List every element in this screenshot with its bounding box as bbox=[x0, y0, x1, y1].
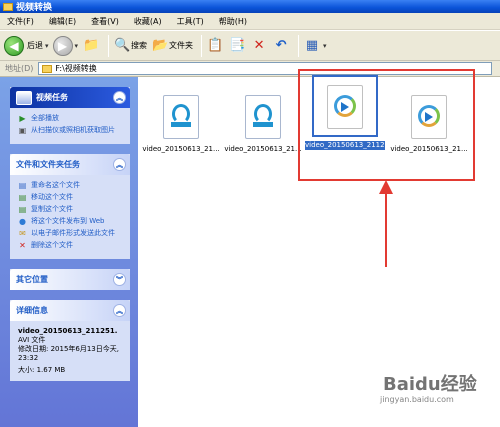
video-tasks-header[interactable]: 视频任务 ︽ bbox=[10, 87, 130, 108]
task-label: 删除这个文件 bbox=[31, 241, 73, 249]
folder-icon bbox=[3, 2, 13, 11]
task-get-from-scanner[interactable]: ▣ 从扫描仪或照相机获取图片 bbox=[18, 126, 124, 135]
file-tasks-title: 文件和文件夹任务 bbox=[16, 160, 80, 169]
move-icon: ▤ bbox=[18, 193, 27, 202]
media-file-icon bbox=[163, 95, 199, 139]
task-label: 全部播放 bbox=[31, 114, 59, 122]
globe-icon: ● bbox=[19, 217, 26, 226]
up-folder-button[interactable]: 📁 bbox=[82, 37, 100, 55]
details-size: 大小: 1.67 MB bbox=[18, 366, 66, 374]
details-panel: 详细信息 ︽ video_20150613_211251. AVI 文件 修改日… bbox=[10, 300, 130, 381]
video-tasks-title: 视频任务 bbox=[36, 93, 68, 102]
task-label: 复制这个文件 bbox=[31, 205, 73, 213]
menu-bar: 文件(F) 编辑(E) 查看(V) 收藏(A) 工具(T) 帮助(H) bbox=[0, 13, 500, 30]
email-icon: ✉ bbox=[19, 229, 26, 238]
file-tasks-header[interactable]: 文件和文件夹任务 ︽ bbox=[10, 154, 130, 175]
menu-file[interactable]: 文件(F) bbox=[0, 16, 42, 27]
title-bar: 视频转换 bbox=[0, 0, 500, 13]
move-to-icon: 📋 bbox=[206, 38, 224, 53]
details-header[interactable]: 详细信息 ︽ bbox=[10, 300, 130, 321]
move-to-button[interactable]: 📋 bbox=[206, 37, 224, 55]
file-name: video_20150613_21... bbox=[142, 145, 220, 153]
back-button[interactable]: ◀ 后退 ▾ bbox=[4, 35, 49, 56]
dropdown-arrow-icon: ▾ bbox=[323, 41, 327, 50]
copy-icon: ▤ bbox=[18, 205, 27, 214]
collapse-chevron-icon[interactable]: ︽ bbox=[113, 304, 126, 317]
task-email[interactable]: ✉ 以电子邮件形式发送此文件 bbox=[18, 229, 124, 238]
rename-icon: ▤ bbox=[18, 181, 27, 190]
window-title: 视频转换 bbox=[16, 3, 53, 13]
forward-arrow-icon: ▶ bbox=[52, 35, 73, 56]
other-places-header[interactable]: 其它位置 ︾ bbox=[10, 269, 130, 290]
camera-icon: ▣ bbox=[18, 126, 27, 135]
details-filename: video_20150613_211251. bbox=[18, 327, 118, 335]
details-modified: 修改日期: 2015年6月13日今天, 23:32 bbox=[18, 345, 119, 362]
task-play-all[interactable]: ▶ 全部播放 bbox=[18, 114, 124, 123]
collapse-chevron-icon[interactable]: ︽ bbox=[113, 91, 126, 104]
folders-icon: 📂 bbox=[151, 38, 169, 53]
task-publish-web[interactable]: ● 将这个文件发布到 Web bbox=[18, 217, 124, 226]
highlight-box bbox=[298, 69, 475, 181]
search-button[interactable]: 🔍 搜索 bbox=[113, 37, 147, 55]
menu-view[interactable]: 查看(V) bbox=[84, 16, 127, 27]
folders-button[interactable]: 📂 文件夹 bbox=[151, 37, 193, 55]
delete-x-icon: ✕ bbox=[19, 241, 26, 250]
task-move[interactable]: ▤ 移动这个文件 bbox=[18, 193, 124, 202]
address-label: 地址(D) bbox=[5, 64, 34, 73]
watermark-url: jingyan.baidu.com bbox=[380, 395, 454, 404]
task-copy[interactable]: ▤ 复制这个文件 bbox=[18, 205, 124, 214]
folders-label: 文件夹 bbox=[169, 41, 194, 50]
task-pane: 视频任务 ︽ ▶ 全部播放 ▣ 从扫描仪或照相机获取图片 文件和文件夹任务 ︽ … bbox=[0, 77, 138, 427]
views-icon: ▦ bbox=[305, 38, 319, 53]
details-title: 详细信息 bbox=[16, 306, 48, 315]
undo-button[interactable]: ↶ bbox=[272, 37, 290, 55]
media-file-icon bbox=[245, 95, 281, 139]
toolbar-separator bbox=[108, 34, 110, 57]
folder-icon bbox=[42, 64, 53, 73]
up-folder-icon: 📁 bbox=[82, 38, 100, 53]
menu-favorites[interactable]: 收藏(A) bbox=[127, 16, 170, 27]
search-label: 搜索 bbox=[131, 41, 148, 50]
toolbar-separator bbox=[201, 34, 203, 57]
copy-to-button[interactable]: 📑 bbox=[228, 37, 246, 55]
film-icon bbox=[16, 90, 32, 105]
task-label: 重命名这个文件 bbox=[31, 181, 80, 189]
copy-to-icon: 📑 bbox=[228, 38, 246, 53]
delete-x-icon: ✕ bbox=[253, 38, 265, 53]
dropdown-arrow-icon: ▾ bbox=[45, 41, 49, 50]
menu-tools[interactable]: 工具(T) bbox=[170, 16, 212, 27]
back-label: 后退 bbox=[27, 41, 43, 50]
menu-edit[interactable]: 编辑(E) bbox=[42, 16, 84, 27]
task-rename[interactable]: ▤ 重命名这个文件 bbox=[18, 181, 124, 190]
expand-chevron-icon[interactable]: ︾ bbox=[113, 273, 126, 286]
file-tasks-panel: 文件和文件夹任务 ︽ ▤ 重命名这个文件 ▤ 移动这个文件 ▤ 复制这个文件 ●… bbox=[10, 154, 130, 259]
arrow-shaft bbox=[385, 183, 387, 267]
dropdown-arrow-icon: ▾ bbox=[74, 41, 79, 50]
back-arrow-icon: ◀ bbox=[4, 35, 24, 56]
undo-icon: ↶ bbox=[275, 38, 287, 53]
delete-button[interactable]: ✕ bbox=[250, 37, 268, 55]
toolbar: ◀ 后退 ▾ ▶ ▾ 📁 🔍 搜索 📂 文件夹 📋 📑 ✕ ↶ ▦ ▾ bbox=[0, 31, 500, 61]
task-label: 移动这个文件 bbox=[31, 193, 73, 201]
search-icon: 🔍 bbox=[113, 38, 131, 53]
menu-help[interactable]: 帮助(H) bbox=[212, 16, 255, 27]
collapse-chevron-icon[interactable]: ︽ bbox=[113, 158, 126, 171]
task-delete[interactable]: ✕ 删除这个文件 bbox=[18, 241, 124, 250]
address-value: F:\视频转换 bbox=[55, 64, 97, 73]
task-label: 将这个文件发布到 Web bbox=[31, 217, 105, 225]
task-label: 从扫描仪或照相机获取图片 bbox=[31, 126, 115, 134]
watermark-logo: Baidu经验 bbox=[383, 374, 477, 395]
forward-button[interactable]: ▶ ▾ bbox=[52, 35, 79, 56]
file-item[interactable]: video_20150613_21... bbox=[222, 95, 304, 153]
task-label: 以电子邮件形式发送此文件 bbox=[31, 229, 115, 237]
views-button[interactable]: ▦ ▾ bbox=[303, 37, 327, 55]
file-item[interactable]: video_20150613_21... bbox=[140, 95, 222, 153]
file-name: video_20150613_21... bbox=[224, 145, 302, 153]
other-places-panel: 其它位置 ︾ bbox=[10, 269, 130, 290]
video-tasks-panel: 视频任务 ︽ ▶ 全部播放 ▣ 从扫描仪或照相机获取图片 bbox=[10, 87, 130, 144]
play-icon: ▶ bbox=[19, 114, 26, 123]
details-type: AVI 文件 bbox=[18, 336, 46, 344]
other-places-title: 其它位置 bbox=[16, 275, 48, 284]
toolbar-separator bbox=[298, 34, 300, 57]
